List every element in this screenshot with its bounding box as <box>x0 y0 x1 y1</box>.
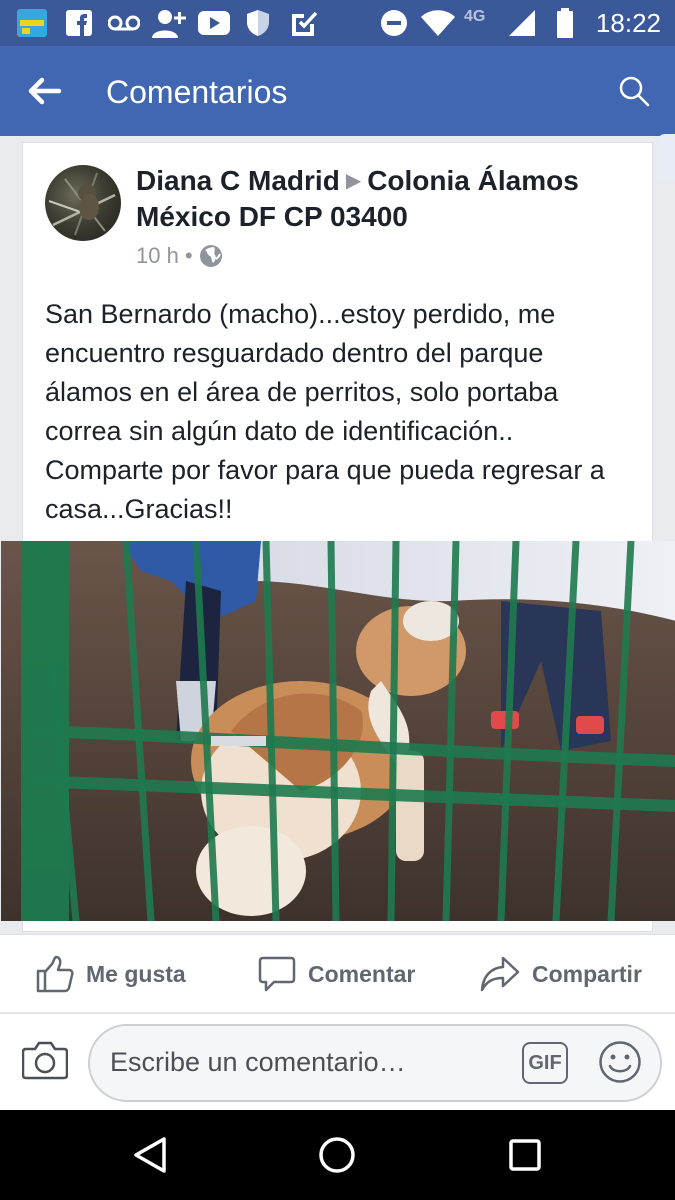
dog-behind-fence-image <box>1 541 675 921</box>
nav-home-button[interactable] <box>317 1135 357 1175</box>
thumbs-up-icon <box>36 955 74 993</box>
checkmark-icon <box>290 8 318 38</box>
camera-icon <box>21 1041 69 1080</box>
voicemail-icon <box>108 8 140 38</box>
post-header: Diana C Madrid ▶ Colonia Álamos México DF … <box>136 163 641 235</box>
nav-recents-button[interactable] <box>505 1135 545 1175</box>
like-button[interactable]: Me gusta <box>36 953 186 995</box>
comment-placeholder: Escribe un comentario… <box>110 1047 406 1077</box>
game-app-icon <box>16 8 48 38</box>
add-friend-icon <box>152 8 188 38</box>
arrow-left-icon <box>28 77 62 105</box>
scroll-indicator <box>657 134 675 182</box>
triangle-back-icon <box>134 1137 166 1173</box>
app-header: Comentarios <box>0 46 675 182</box>
signal-icon <box>508 8 536 38</box>
post-time[interactable]: 10 h <box>136 243 179 269</box>
network-type-label: 4G <box>464 8 486 25</box>
author-name[interactable]: Diana C Madrid <box>136 165 340 196</box>
share-label: Compartir <box>532 960 642 987</box>
gif-button[interactable]: GIF <box>522 1042 568 1084</box>
wifi-icon <box>420 8 456 38</box>
nav-back-button[interactable] <box>130 1135 170 1175</box>
circle-home-icon <box>319 1137 355 1173</box>
share-button[interactable]: Compartir <box>480 953 642 995</box>
post-photo[interactable] <box>1 541 675 921</box>
page-title: Comentarios <box>106 74 288 110</box>
like-label: Me gusta <box>86 960 186 987</box>
search-button[interactable] <box>611 68 657 114</box>
avatar[interactable] <box>45 165 121 241</box>
clock: 18:22 <box>595 8 661 38</box>
search-icon <box>619 76 650 107</box>
globe-icon <box>199 245 222 267</box>
share-arrow-icon <box>480 956 520 992</box>
facebook-icon <box>66 8 92 38</box>
comment-label: Comentar <box>308 960 416 987</box>
smiley-icon <box>599 1041 641 1083</box>
post-meta: 10 h • <box>136 243 223 269</box>
status-bar: 4G 18:22 <box>0 0 675 46</box>
post-text: San Bernardo (macho)...estoy perdido, me… <box>45 299 605 524</box>
caret-right-icon: ▶ <box>345 170 362 192</box>
battery-icon <box>556 8 574 38</box>
post-actions: Me gusta Comentar Compartir <box>0 934 675 1012</box>
camera-button[interactable] <box>21 1040 69 1082</box>
do-not-disturb-icon <box>380 8 408 38</box>
square-recents-icon <box>509 1139 541 1171</box>
back-button[interactable] <box>22 68 68 114</box>
emoji-button[interactable] <box>598 1040 642 1084</box>
meta-separator: • <box>184 243 193 268</box>
comment-bubble-icon <box>258 956 296 992</box>
comment-input[interactable]: Escribe un comentario… GIF <box>88 1024 662 1102</box>
post-card: Diana C Madrid ▶ Colonia Álamos México DF … <box>1 142 675 932</box>
youtube-icon <box>198 8 230 38</box>
shield-icon <box>246 8 270 38</box>
comment-button[interactable]: Comentar <box>258 953 415 995</box>
comment-composer: Escribe un comentario… GIF <box>0 1013 675 1110</box>
system-navigation-bar <box>0 1110 675 1200</box>
